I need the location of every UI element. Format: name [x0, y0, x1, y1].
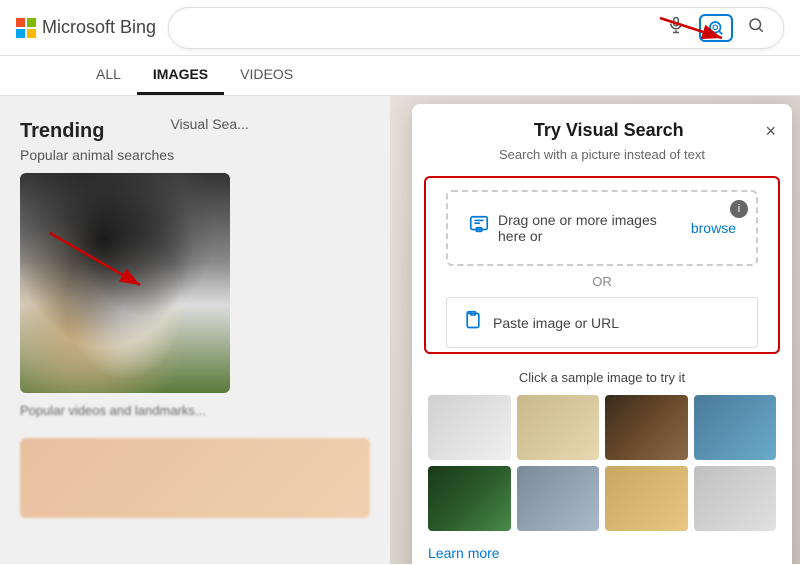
drag-icon: [468, 214, 490, 242]
paste-icon: [463, 310, 483, 335]
drop-zone[interactable]: Drag one or more images here or browse i: [446, 190, 758, 266]
sample-image-7[interactable]: [605, 466, 688, 531]
sample-title: Click a sample image to try it: [428, 370, 776, 385]
paste-url-button[interactable]: Paste image or URL: [446, 297, 758, 348]
visual-search-button[interactable]: [699, 14, 733, 42]
tab-all[interactable]: ALL: [80, 56, 137, 95]
visual-search-tab-label: Visual Sea...: [154, 106, 264, 147]
nav-tabs: ALL IMAGES VIDEOS: [0, 56, 800, 96]
tab-videos[interactable]: VIDEOS: [224, 56, 309, 95]
learn-more-link[interactable]: Learn more: [428, 545, 500, 561]
search-submit-button[interactable]: [743, 14, 769, 41]
right-panel: Try Visual Search × Search with a pictur…: [390, 96, 800, 564]
visual-search-popup: Try Visual Search × Search with a pictur…: [412, 104, 792, 564]
popup-close-button[interactable]: ×: [765, 122, 776, 140]
below-dog-text: Popular videos and landmarks...: [0, 393, 390, 428]
drag-text: Drag one or more images here or: [498, 212, 683, 244]
sample-section: Click a sample image to try it: [412, 358, 792, 535]
trending-heading: Trending: [0, 106, 124, 147]
or-divider: OR: [430, 274, 774, 289]
sample-image-2[interactable]: [517, 395, 600, 460]
popular-label: Popular animal searches: [0, 147, 390, 173]
info-badge[interactable]: i: [730, 200, 748, 218]
search-input[interactable]: [183, 19, 653, 37]
search-bar: [168, 7, 784, 49]
drag-instructions: Drag one or more images here or browse: [468, 212, 736, 244]
popup-title: Try Visual Search: [452, 120, 765, 141]
popup-subtitle: Search with a picture instead of text: [412, 145, 792, 172]
popup-header: Try Visual Search ×: [412, 104, 792, 145]
sample-image-1[interactable]: [428, 395, 511, 460]
header: Microsoft Bing: [0, 0, 800, 56]
sample-image-4[interactable]: [694, 395, 777, 460]
paste-url-label: Paste image or URL: [493, 315, 619, 331]
sample-image-5[interactable]: [428, 466, 511, 531]
sample-grid: [428, 395, 776, 531]
dog-image: [20, 173, 230, 393]
red-highlight-box: Drag one or more images here or browse i…: [424, 176, 780, 354]
sample-image-6[interactable]: [517, 466, 600, 531]
bing-logo: Microsoft Bing: [16, 17, 156, 38]
main-content: Trending Visual Sea... Popular animal se…: [0, 96, 800, 564]
sample-image-3[interactable]: [605, 395, 688, 460]
tab-images[interactable]: IMAGES: [137, 56, 224, 95]
browse-link[interactable]: browse: [691, 220, 736, 236]
bing-logo-text: Microsoft Bing: [42, 17, 156, 38]
left-panel: Trending Visual Sea... Popular animal se…: [0, 96, 390, 564]
learn-more-section: Learn more: [412, 535, 792, 563]
sample-image-8[interactable]: [694, 466, 777, 531]
bing-logo-icon: [16, 18, 36, 38]
mic-button[interactable]: [663, 14, 689, 41]
